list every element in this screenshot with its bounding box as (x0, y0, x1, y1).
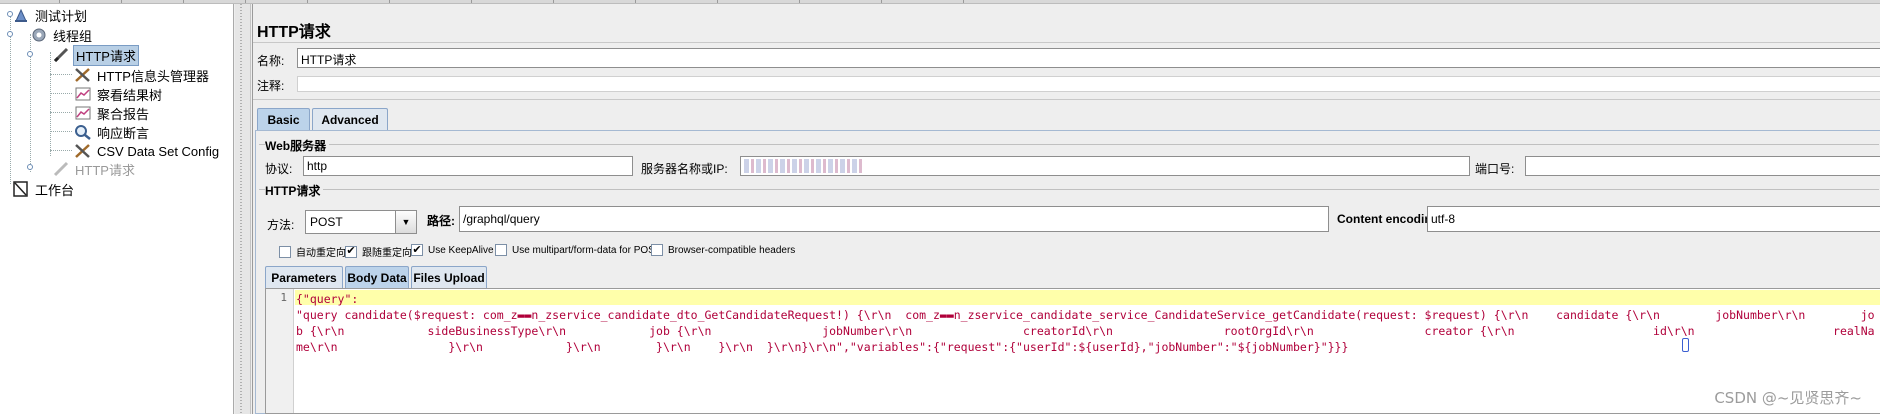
content-encoding-field[interactable]: utf-8 (1427, 206, 1880, 232)
web-server-group-title: Web服务器 (265, 137, 330, 154)
tree-item-aggregate-report[interactable]: 聚合报告 (74, 104, 151, 122)
watermark: CSDN @~见贤思齐~ (1714, 389, 1862, 407)
name-label: 名称: (257, 54, 285, 68)
page-title: HTTP请求 (257, 24, 331, 41)
comment-field[interactable] (297, 76, 1880, 92)
title-divider (253, 42, 1880, 43)
tab-files-upload[interactable]: Files Upload (411, 266, 487, 288)
tab-advanced[interactable]: Advanced (312, 108, 388, 130)
line-number-gutter: 1 (266, 289, 294, 413)
tree-item-thread-group[interactable]: 线程组 (30, 26, 94, 44)
keepalive-checkbox[interactable]: ✔ Use KeepAlive (411, 244, 494, 256)
checkbox-box (651, 244, 663, 256)
tree-item-http-request-disabled[interactable]: HTTP请求 (52, 160, 137, 178)
line-number: 1 (280, 291, 287, 304)
config-tools-icon (74, 143, 92, 159)
body-data-code[interactable]: {"query": "query candidate($request: com… (296, 291, 1880, 355)
method-label: 方法: (267, 218, 295, 232)
method-select-value: POST (310, 215, 343, 229)
tree-item-csv-data-set-config[interactable]: CSV Data Set Config (74, 142, 221, 160)
protocol-label: 协议: (265, 162, 293, 176)
split-pane-divider[interactable] (235, 4, 251, 414)
tree-item-view-results-tree[interactable]: 察看结果树 (74, 85, 164, 103)
chevron-down-icon[interactable]: ▼ (395, 210, 417, 234)
test-plan-tree: 测试计划 线程组 HTTP请求 HTTP信息头管理器 察看结果树 聚合报告 响应… (0, 4, 234, 414)
browser-compatible-checkbox[interactable]: Browser-compatible headers (651, 244, 795, 256)
http-request-group-title: HTTP请求 (265, 182, 324, 199)
protocol-field[interactable]: http (303, 156, 633, 176)
web-server-group-line (259, 144, 1879, 145)
comment-label: 注释: (257, 79, 285, 93)
path-field[interactable]: /graphql/query (459, 206, 1329, 232)
test-plan-icon (12, 7, 30, 23)
thread-group-gear-icon (30, 27, 48, 43)
checkmark-icon: ✔ (411, 243, 423, 256)
name-field[interactable]: HTTP请求 (297, 48, 1880, 68)
multipart-checkbox[interactable]: Use multipart/form-data for POST (495, 244, 661, 256)
tree-item-response-assertion[interactable]: 响应断言 (74, 123, 151, 141)
checkbox-box (495, 244, 507, 256)
listener-graph-icon (74, 86, 92, 102)
tab-parameters[interactable]: Parameters (265, 266, 343, 288)
checkmark-icon: ✔ (345, 245, 357, 258)
workbench-icon (12, 181, 30, 197)
http-request-panel: HTTP请求 名称: HTTP请求 注释: Basic Advanced Web… (252, 4, 1880, 414)
path-label: 路径: (427, 214, 455, 228)
tree-item-http-request[interactable]: HTTP请求 (52, 44, 139, 66)
method-select[interactable]: POST ▼ (305, 210, 417, 234)
assertion-magnifier-icon (74, 124, 92, 140)
port-field[interactable] (1525, 156, 1880, 176)
redacted-server-ip (744, 159, 864, 173)
server-name-field[interactable] (740, 156, 1470, 176)
server-name-label: 服务器名称或IP: (641, 162, 728, 176)
listener-graph-icon (74, 105, 92, 121)
comment-divider (253, 99, 1880, 100)
checkbox-box (279, 245, 291, 258)
port-label: 端口号: (1475, 162, 1515, 176)
http-request-group-line (259, 189, 1879, 190)
tab-body-data[interactable]: Body Data (345, 266, 409, 288)
follow-redirects-checkbox[interactable]: ✔ 跟随重定向 (345, 244, 412, 259)
config-tools-icon (74, 67, 92, 83)
body-data-editor[interactable]: 1 {"query": "query candidate($request: c… (265, 288, 1880, 414)
sampler-pencil-icon (52, 161, 70, 177)
tree-item-test-plan[interactable]: 测试计划 (12, 6, 89, 24)
bracket-match-cursor (1682, 338, 1689, 352)
sampler-pencil-icon (52, 47, 70, 63)
tree-item-workbench[interactable]: 工作台 (12, 180, 76, 198)
auto-redirect-checkbox[interactable]: 自动重定向 (279, 244, 346, 259)
tab-basic[interactable]: Basic (257, 108, 310, 130)
tree-item-header-manager[interactable]: HTTP信息头管理器 (74, 66, 211, 84)
